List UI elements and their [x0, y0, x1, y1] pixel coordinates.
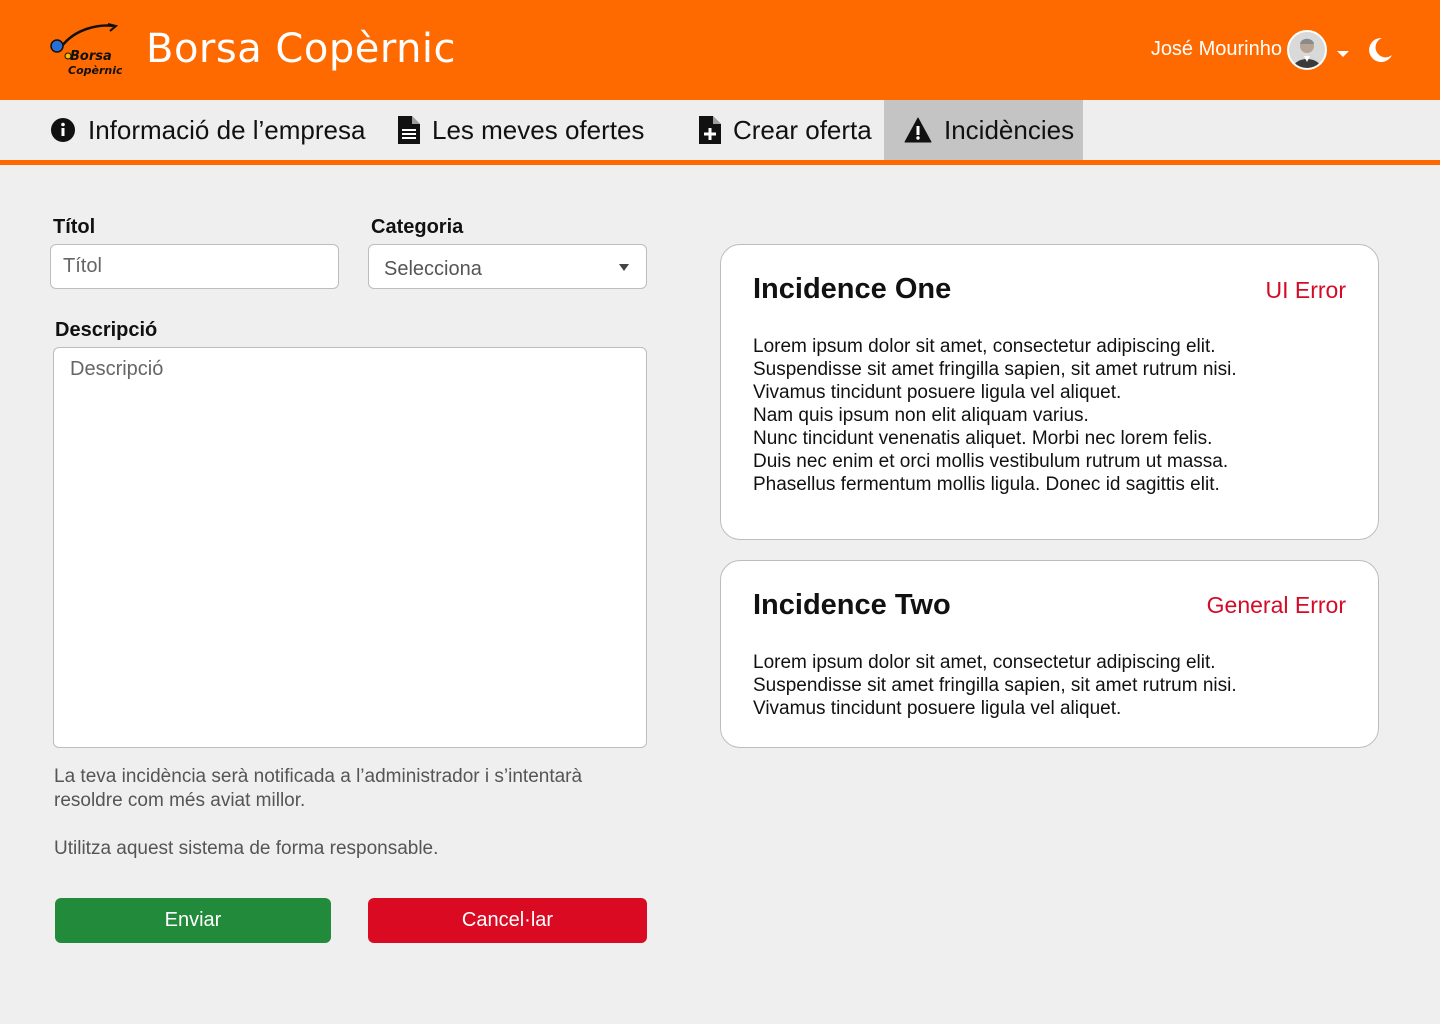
description-line: Vivamus tincidunt posuere ligula vel ali…	[753, 698, 1122, 719]
logo-text-borsa: Borsa	[70, 49, 112, 64]
incidence-description: Lorem ipsum dolor sit amet, consectetur …	[753, 335, 1237, 496]
user-avatar[interactable]	[1287, 30, 1327, 70]
category-label: Categoria	[371, 216, 464, 238]
app-logo[interactable]: Borsa Copèrnic	[48, 22, 123, 78]
description-line: Lorem ipsum dolor sit amet, consectetur …	[753, 336, 1216, 357]
incidence-description: Lorem ipsum dolor sit amet, consectetur …	[753, 651, 1237, 720]
tab-company-info[interactable]: Informació de l’empresa	[50, 100, 365, 160]
warning-icon	[904, 117, 932, 143]
description-line: Vivamus tincidunt posuere ligula vel ali…	[753, 382, 1122, 403]
title-input[interactable]	[50, 244, 339, 289]
responsibility-note: Utilitza aquest sistema de forma respons…	[54, 838, 439, 859]
chevron-down-icon[interactable]	[1336, 46, 1350, 64]
file-icon	[398, 116, 420, 144]
category-select-value: Selecciona	[384, 258, 482, 280]
cancel-button[interactable]: Cancel·lar	[368, 898, 647, 943]
incidence-title: Incidence Two	[753, 589, 951, 621]
description-line: Lorem ipsum dolor sit amet, consectetur …	[753, 652, 1216, 673]
description-line: Duis nec enim et orci mollis vestibulum …	[753, 451, 1229, 472]
file-plus-icon	[699, 116, 721, 144]
description-line: Nunc tincidunt venenatis aliquet. Morbi …	[753, 428, 1213, 449]
tab-label: Crear oferta	[733, 114, 872, 145]
dark-mode-moon-icon[interactable]	[1366, 36, 1394, 69]
description-line: Suspendisse sit amet fringilla sapien, s…	[753, 359, 1237, 380]
incidence-title: Incidence One	[753, 273, 952, 305]
incidence-category: UI Error	[1265, 277, 1347, 303]
caret-down-icon	[619, 264, 629, 271]
app-header: Borsa Copèrnic Borsa Copèrnic José Mouri…	[0, 0, 1440, 100]
tab-label: Les meves ofertes	[432, 114, 645, 145]
user-name[interactable]: José Mourinho	[1151, 38, 1282, 61]
incidence-card[interactable]: Incidence Two General Error Lorem ipsum …	[720, 560, 1379, 748]
title-label: Títol	[53, 216, 96, 238]
category-select[interactable]: Selecciona	[368, 244, 647, 289]
tab-create-offer[interactable]: Crear oferta	[699, 100, 872, 160]
app-title: Borsa Copèrnic	[146, 26, 457, 72]
tab-my-offers[interactable]: Les meves ofertes	[398, 100, 644, 160]
logo-text-copernic: Copèrnic	[68, 64, 122, 77]
tab-bar: Informació de l’empresa Les meves oferte…	[0, 100, 1440, 165]
tab-label: Incidències	[944, 114, 1075, 145]
incidence-category: General Error	[1206, 592, 1346, 618]
info-circle-icon	[51, 118, 75, 142]
description-line: Suspendisse sit amet fringilla sapien, s…	[753, 675, 1237, 696]
description-line: Nam quis ipsum non elit aliquam varius.	[753, 405, 1089, 426]
send-button[interactable]: Enviar	[55, 898, 331, 943]
tab-incidences[interactable]: Incidències	[884, 100, 1083, 160]
description-textarea[interactable]	[53, 347, 647, 748]
description-label: Descripció	[55, 319, 158, 341]
description-line: Phasellus fermentum mollis ligula. Donec…	[753, 474, 1220, 495]
notification-note: La teva incidència serà notificada a l’a…	[54, 766, 583, 811]
incidence-card[interactable]: Incidence One UI Error Lorem ipsum dolor…	[720, 244, 1379, 540]
tab-label: Informació de l’empresa	[88, 114, 366, 145]
